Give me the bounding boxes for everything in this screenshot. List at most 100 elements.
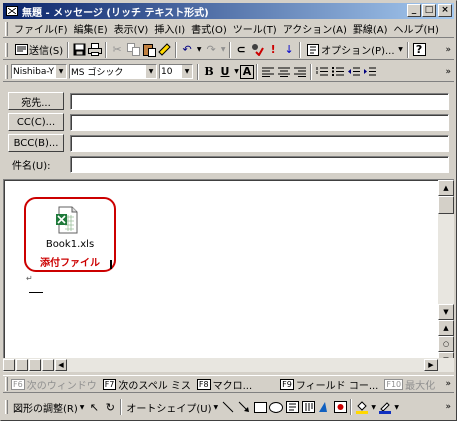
line-icon[interactable] <box>220 399 236 415</box>
underline-button[interactable]: U <box>217 64 233 80</box>
fill-color-dropdown-icon[interactable]: ▼ <box>370 399 377 415</box>
line-color-icon[interactable] <box>377 399 393 415</box>
autoshapes-button[interactable]: オートシェイプ(U) ▼ <box>124 398 220 416</box>
underline-dropdown-icon[interactable]: ▼ <box>233 64 240 80</box>
align-center-icon[interactable] <box>276 64 292 80</box>
format-painter-icon[interactable] <box>157 42 173 58</box>
print-layout-view-icon[interactable] <box>29 359 41 371</box>
fill-color-icon[interactable] <box>354 399 370 415</box>
send-button[interactable]: 送信(S) <box>11 41 65 59</box>
scroll-left-icon[interactable]: ◀ <box>55 359 67 371</box>
copy-icon[interactable] <box>125 42 141 58</box>
redo-dropdown-icon[interactable]: ▼ <box>219 42 227 58</box>
chevron-down-icon[interactable]: ▼ <box>145 65 156 78</box>
to-field[interactable] <box>70 92 449 110</box>
importance-low-icon[interactable]: ↓ <box>281 42 297 58</box>
latin-font-select[interactable]: Nishiba-Y ▼ <box>11 64 67 79</box>
font-size-select[interactable]: 10 ▼ <box>159 64 193 79</box>
horizontal-scrollbar[interactable]: ◀ ▶ <box>3 358 454 372</box>
previous-page-icon[interactable]: ▲ <box>438 320 454 336</box>
bold-button[interactable]: B <box>201 64 217 80</box>
text-box-icon[interactable] <box>284 399 300 415</box>
menu-file[interactable]: ファイル(F) <box>11 21 71 36</box>
toolbar-overflow-icon[interactable]: » <box>445 402 451 412</box>
excel-file-icon[interactable] <box>51 204 83 236</box>
undo-icon[interactable]: ↶ <box>179 42 195 58</box>
align-right-icon[interactable] <box>292 64 308 80</box>
decrease-indent-icon[interactable] <box>346 64 362 80</box>
rectangle-icon[interactable] <box>252 399 268 415</box>
to-button[interactable]: 宛先... <box>8 92 64 110</box>
arrow-icon[interactable] <box>236 399 252 415</box>
line-color-dropdown-icon[interactable]: ▼ <box>393 399 400 415</box>
bcc-field[interactable] <box>70 134 449 152</box>
cc-field[interactable] <box>70 113 449 131</box>
toolbar-overflow-icon[interactable]: » <box>445 379 451 389</box>
attach-icon[interactable]: ⊂ <box>233 42 249 58</box>
fkey-field-code[interactable]: F9 フィールド コー... <box>280 377 378 392</box>
redo-icon[interactable]: ↷ <box>203 42 219 58</box>
menu-actions[interactable]: アクション(A) <box>280 21 350 36</box>
undo-dropdown-icon[interactable]: ▼ <box>195 42 203 58</box>
font-select[interactable]: MS ゴシック ▼ <box>69 64 157 79</box>
check-names-icon[interactable] <box>249 42 265 58</box>
menu-table[interactable]: 罫線(A) <box>350 21 391 36</box>
normal-view-icon[interactable] <box>3 359 15 371</box>
menu-insert[interactable]: 挿入(I) <box>151 21 188 36</box>
menubar-grip[interactable] <box>5 21 8 36</box>
oval-icon[interactable] <box>268 399 284 415</box>
vertical-text-box-icon[interactable] <box>300 399 316 415</box>
clip-art-icon[interactable] <box>332 399 348 415</box>
web-layout-view-icon[interactable] <box>16 359 28 371</box>
wordart-icon[interactable] <box>316 399 332 415</box>
cc-button[interactable]: CC(C)... <box>8 113 64 131</box>
cut-icon[interactable]: ✂ <box>109 42 125 58</box>
bcc-button[interactable]: BCC(B)... <box>8 134 64 152</box>
print-icon[interactable] <box>87 42 103 58</box>
draw-menu-button[interactable]: 図形の調整(R) ▼ <box>11 398 86 416</box>
fkey-next-window[interactable]: F6 次のウィンドウ <box>11 377 97 392</box>
scroll-thumb[interactable] <box>438 196 454 214</box>
formatbar-grip[interactable] <box>5 64 8 79</box>
numbered-list-icon[interactable] <box>314 64 330 80</box>
help-button[interactable]: ? <box>411 41 428 59</box>
toolbar-overflow-icon[interactable]: » <box>445 45 451 55</box>
drawbar-grip[interactable] <box>5 400 8 414</box>
scroll-right-icon[interactable]: ▶ <box>424 359 438 371</box>
close-button[interactable]: × <box>438 4 452 17</box>
align-left-icon[interactable] <box>260 64 276 80</box>
menu-help[interactable]: ヘルプ(H) <box>391 21 442 36</box>
fkey-maximize[interactable]: F10 最大化 <box>384 377 435 392</box>
menu-view[interactable]: 表示(V) <box>111 21 152 36</box>
paste-icon[interactable] <box>141 42 157 58</box>
free-rotate-icon[interactable]: ↻ <box>102 399 118 415</box>
scroll-up-icon[interactable]: ▲ <box>438 180 454 196</box>
chevron-down-icon[interactable]: ▼ <box>181 65 192 78</box>
toolbar-grip[interactable] <box>5 42 8 57</box>
chevron-down-icon[interactable]: ▼ <box>55 65 66 78</box>
menu-edit[interactable]: 編集(E) <box>71 21 111 36</box>
vertical-scrollbar[interactable]: ▲ ▼ ▲ ○ ▼ <box>438 180 454 368</box>
fkey-macro[interactable]: F8 マクロ... <box>196 377 252 392</box>
save-icon[interactable] <box>71 42 87 58</box>
fkeybar-grip[interactable] <box>5 377 8 391</box>
message-body[interactable]: Book1.xls 添付ファイル ↵ ▲ ▼ ▲ ○ ▼ <box>3 179 454 371</box>
importance-high-icon[interactable]: ! <box>265 42 281 58</box>
increase-indent-icon[interactable] <box>362 64 378 80</box>
toolbar-overflow-icon[interactable]: » <box>445 67 451 77</box>
maximize-button[interactable]: □ <box>422 4 436 17</box>
title-bar[interactable]: 無題 - メッセージ (リッチ テキスト形式) _ □ × <box>3 3 454 19</box>
scroll-down-icon[interactable]: ▼ <box>438 304 454 320</box>
select-browse-object-icon[interactable]: ○ <box>438 336 454 352</box>
select-objects-icon[interactable]: ↖ <box>86 399 102 415</box>
bullet-list-icon[interactable] <box>330 64 346 80</box>
menu-format[interactable]: 書式(O) <box>188 21 230 36</box>
options-dropdown-icon[interactable]: ▼ <box>397 42 405 58</box>
font-color-button[interactable]: A <box>240 64 254 79</box>
outline-view-icon[interactable] <box>42 359 54 371</box>
subject-field[interactable] <box>70 155 449 173</box>
menu-tools[interactable]: ツール(T) <box>230 21 280 36</box>
minimize-button[interactable]: _ <box>407 4 421 17</box>
fkey-next-misspelling[interactable]: F7 次のスペル ミス <box>102 377 191 392</box>
options-button[interactable]: オプション(P)... <box>303 41 396 59</box>
